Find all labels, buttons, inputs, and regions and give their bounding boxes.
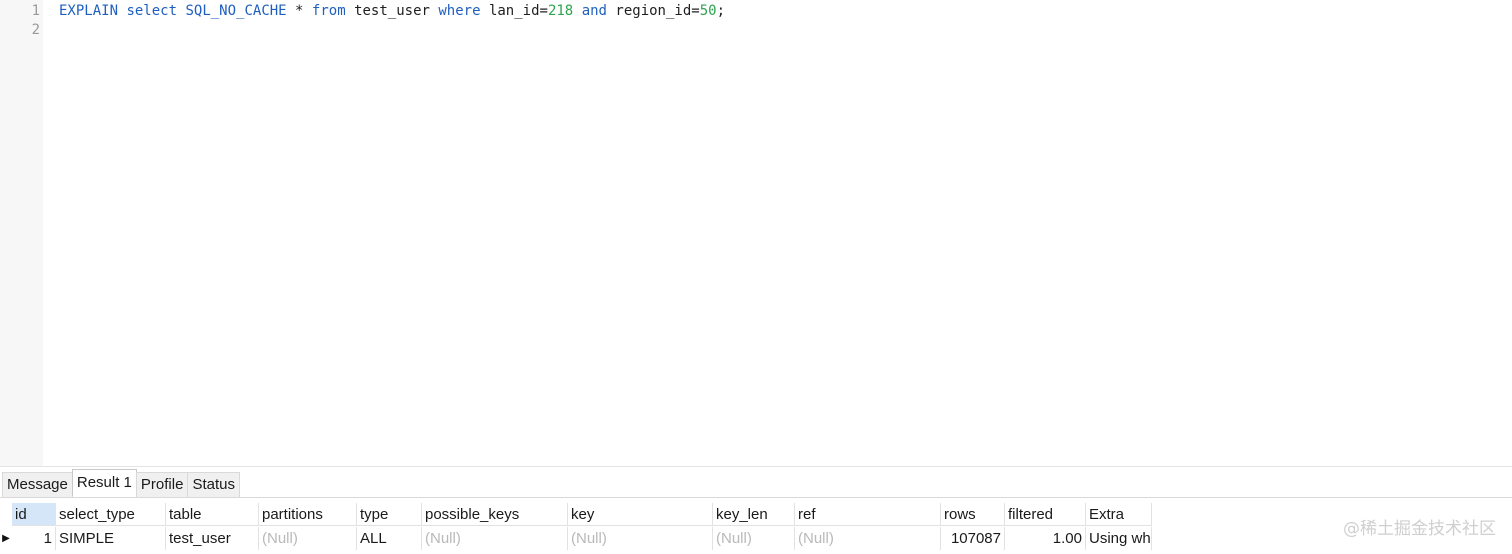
result-grid[interactable]: id select_type table partitions type pos… bbox=[0, 503, 1152, 551]
column-header-table[interactable]: table bbox=[166, 503, 259, 526]
keyword-where: where bbox=[438, 3, 481, 19]
keyword-explain: EXPLAIN bbox=[59, 3, 119, 19]
cell-partitions[interactable]: (Null) bbox=[259, 527, 357, 550]
cell-id[interactable]: 1 bbox=[12, 527, 56, 550]
column-header-id[interactable]: id bbox=[12, 503, 56, 526]
column-header-key[interactable]: key bbox=[568, 503, 713, 526]
column-header-extra[interactable]: Extra bbox=[1086, 503, 1152, 526]
code-table-name: test_user bbox=[345, 3, 439, 19]
column-header-type[interactable]: type bbox=[357, 503, 422, 526]
table-row[interactable]: ▶ 1 SIMPLE test_user (Null) ALL (Null) (… bbox=[0, 527, 1152, 551]
tab-profile[interactable]: Profile bbox=[135, 472, 189, 497]
tab-status[interactable]: Status bbox=[187, 472, 240, 497]
cell-table[interactable]: test_user bbox=[166, 527, 259, 550]
tab-strip-divider bbox=[0, 497, 1512, 498]
cell-key-len[interactable]: (Null) bbox=[713, 527, 795, 550]
current-row-marker-icon: ▶ bbox=[2, 533, 10, 544]
line-number-2: 2 bbox=[31, 22, 40, 38]
keyword-and: and bbox=[581, 3, 607, 19]
keyword-sql-no-cache: SQL_NO_CACHE bbox=[185, 3, 287, 19]
tab-result-1[interactable]: Result 1 bbox=[71, 469, 137, 496]
cell-ref[interactable]: (Null) bbox=[795, 527, 941, 550]
column-header-possible-keys[interactable]: possible_keys bbox=[422, 503, 568, 526]
watermark: @稀土掘金技术社区 bbox=[1343, 519, 1496, 539]
line-number-gutter: 1 2 bbox=[0, 0, 43, 466]
code-star: * bbox=[286, 3, 312, 19]
column-header-partitions[interactable]: partitions bbox=[259, 503, 357, 526]
column-header-filtered[interactable]: filtered bbox=[1005, 503, 1086, 526]
code-semicolon: ; bbox=[716, 3, 725, 19]
code-value-218: 218 bbox=[547, 3, 574, 19]
result-tabs: Message Result 1 Profile Status bbox=[2, 469, 240, 497]
code-line-1[interactable]: EXPLAIN select SQL_NO_CACHE * from test_… bbox=[59, 1, 725, 21]
cell-key[interactable]: (Null) bbox=[568, 527, 713, 550]
column-header-key-len[interactable]: key_len bbox=[713, 503, 795, 526]
column-header-select-type[interactable]: select_type bbox=[56, 503, 166, 526]
table-header-row: id select_type table partitions type pos… bbox=[0, 503, 1152, 527]
keyword-from: from bbox=[311, 3, 346, 19]
column-header-ref[interactable]: ref bbox=[795, 503, 941, 526]
tab-message[interactable]: Message bbox=[2, 472, 73, 497]
cell-possible-keys[interactable]: (Null) bbox=[422, 527, 568, 550]
cell-rows[interactable]: 107087 bbox=[941, 527, 1005, 550]
result-panel: Message Result 1 Profile Status id selec… bbox=[0, 466, 1512, 554]
code-column-lan-id: lan_id= bbox=[480, 3, 548, 19]
code-column-region-id: region_id= bbox=[606, 3, 700, 19]
keyword-select: select bbox=[126, 3, 178, 19]
sql-editor[interactable]: 1 2 EXPLAIN select SQL_NO_CACHE * from t… bbox=[0, 0, 1512, 466]
cell-select-type[interactable]: SIMPLE bbox=[56, 527, 166, 550]
line-number-1: 1 bbox=[31, 3, 40, 19]
cell-type[interactable]: ALL bbox=[357, 527, 422, 550]
column-header-rows[interactable]: rows bbox=[941, 503, 1005, 526]
cell-filtered[interactable]: 1.00 bbox=[1005, 527, 1086, 550]
cell-extra[interactable]: Using wh bbox=[1086, 527, 1152, 550]
code-value-50: 50 bbox=[699, 3, 717, 19]
